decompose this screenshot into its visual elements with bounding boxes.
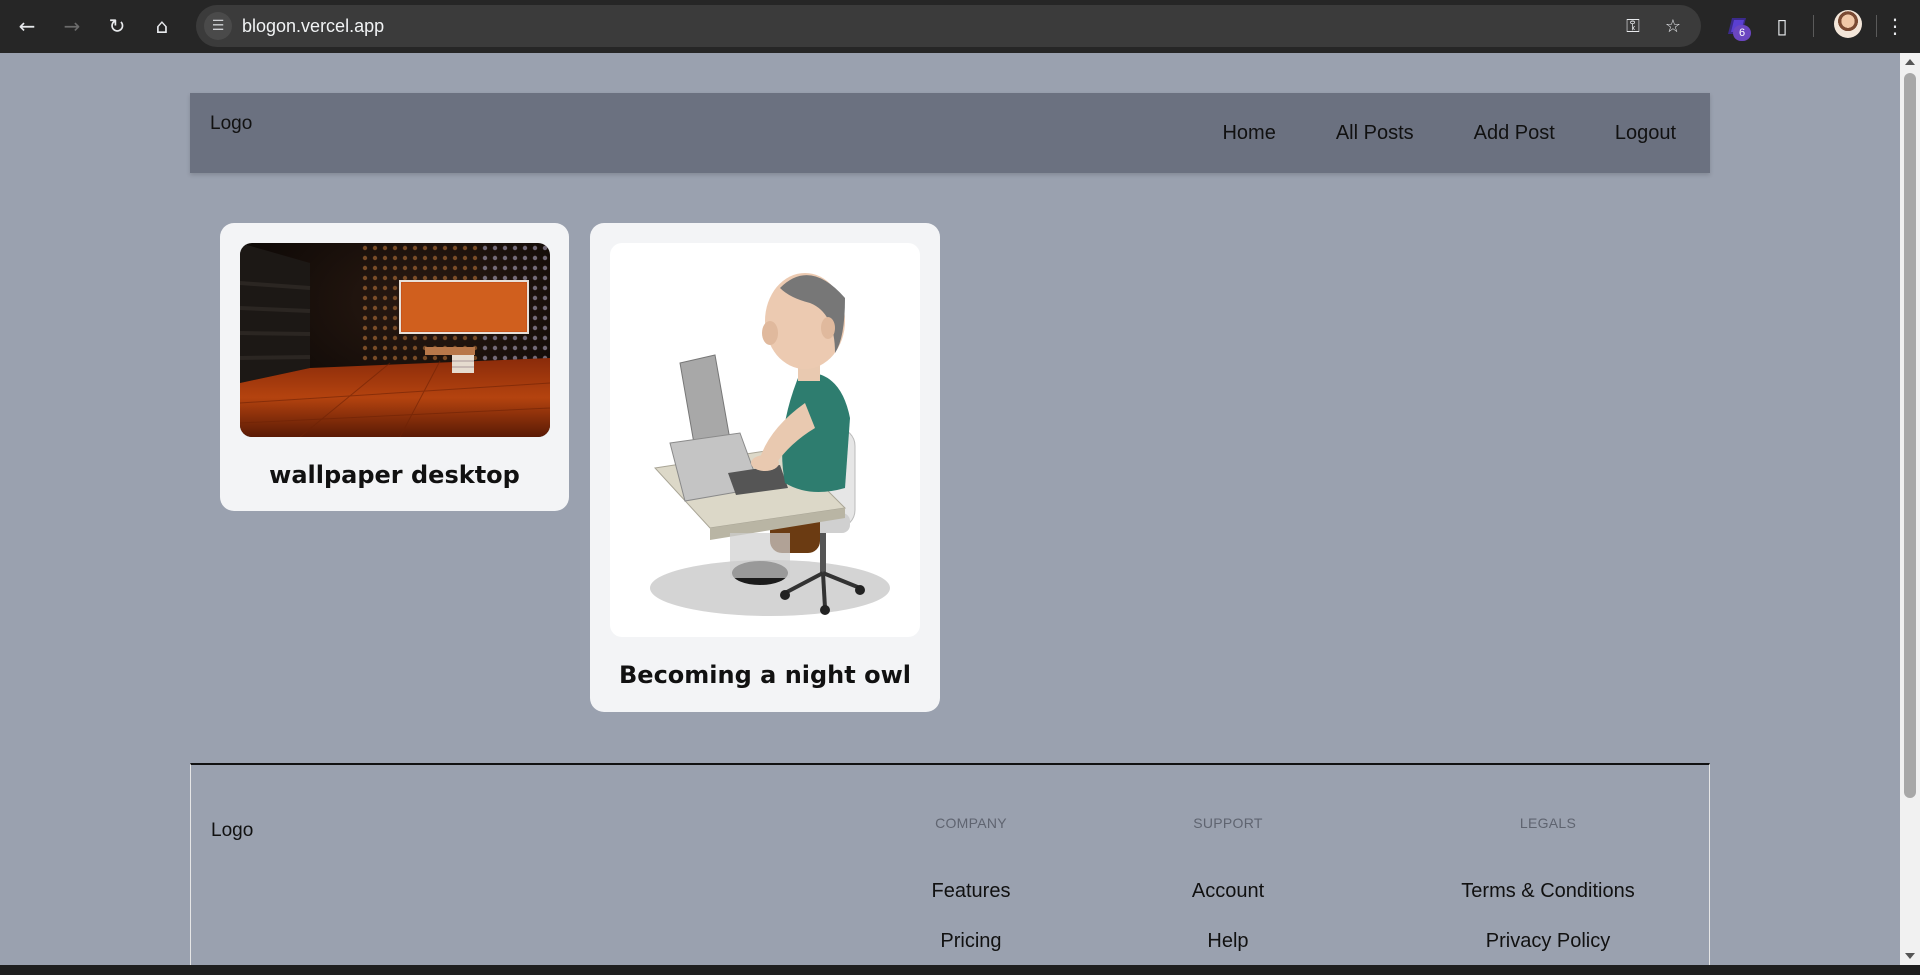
scroll-down-icon[interactable] <box>1905 953 1915 959</box>
site-header: Logo Home All Posts Add Post Logout <box>190 93 1710 173</box>
address-bar[interactable]: ☰ blogon.vercel.app ⚿ ☆ <box>196 5 1701 47</box>
post-card[interactable]: Becoming a night owl <box>590 223 940 712</box>
reload-icon[interactable]: ↻ <box>102 11 132 41</box>
back-icon[interactable]: ← <box>12 11 42 41</box>
room-wallpaper-illustration <box>240 243 550 437</box>
scrollbar-thumb[interactable] <box>1904 73 1916 798</box>
footer-heading: SUPPORT <box>1193 815 1263 831</box>
man-at-computer-image <box>610 243 920 637</box>
footer-link-help[interactable]: Help <box>1128 930 1328 953</box>
home-icon[interactable]: ⌂ <box>147 11 177 41</box>
os-taskbar <box>0 965 1920 975</box>
footer-link-features[interactable]: Features <box>871 880 1071 903</box>
footer-link-account[interactable]: Account <box>1128 880 1328 903</box>
site-info-icon[interactable]: ☰ <box>204 12 232 40</box>
site-footer: Logo COMPANY Features Pricing SUPPORT Ac… <box>190 763 1710 973</box>
bookmark-star-icon[interactable]: ☆ <box>1661 14 1685 38</box>
footer-link-privacy[interactable]: Privacy Policy <box>1398 930 1698 953</box>
profile-avatar[interactable] <box>1834 10 1862 38</box>
toolbar-divider <box>1813 15 1814 37</box>
page-body: Logo Home All Posts Add Post Logout wall… <box>0 53 1900 973</box>
nav-add-post-link[interactable]: Add Post <box>1474 122 1555 145</box>
post-title[interactable]: wallpaper desktop <box>220 461 569 489</box>
footer-link-terms[interactable]: Terms & Conditions <box>1398 880 1698 903</box>
footer-logo[interactable]: Logo <box>211 820 253 842</box>
scroll-up-icon[interactable] <box>1905 59 1915 65</box>
footer-heading: COMPANY <box>935 815 1007 831</box>
post-card[interactable]: wallpaper desktop <box>220 223 569 511</box>
url-text[interactable]: blogon.vercel.app <box>242 16 384 37</box>
footer-link-pricing[interactable]: Pricing <box>871 930 1071 953</box>
page-scrollbar[interactable] <box>1900 53 1920 965</box>
post-title[interactable]: Becoming a night owl <box>590 661 940 689</box>
footer-heading: LEGALS <box>1519 815 1577 831</box>
nav-all-posts-link[interactable]: All Posts <box>1336 122 1414 145</box>
extension-badge: 6 <box>1733 25 1751 41</box>
nav-logout-link[interactable]: Logout <box>1615 122 1676 145</box>
man-at-computer-illustration <box>650 273 890 616</box>
key-icon[interactable]: ⚿ <box>1621 14 1645 38</box>
header-logo[interactable]: Logo <box>210 113 252 135</box>
main-nav: Home All Posts Add Post Logout <box>1162 93 1676 173</box>
room-wallpaper-image <box>240 243 550 437</box>
more-menu-icon[interactable]: ⋮ <box>1880 11 1910 41</box>
puzzle-extensions-icon[interactable]: ▯ <box>1767 11 1797 41</box>
nav-home-link[interactable]: Home <box>1222 122 1275 145</box>
forward-icon[interactable]: → <box>57 11 87 41</box>
toolbar-divider <box>1876 15 1877 37</box>
browser-toolbar: ← → ↻ ⌂ ☰ blogon.vercel.app ⚿ ☆ 6 ▯ ⋮ <box>0 0 1920 53</box>
